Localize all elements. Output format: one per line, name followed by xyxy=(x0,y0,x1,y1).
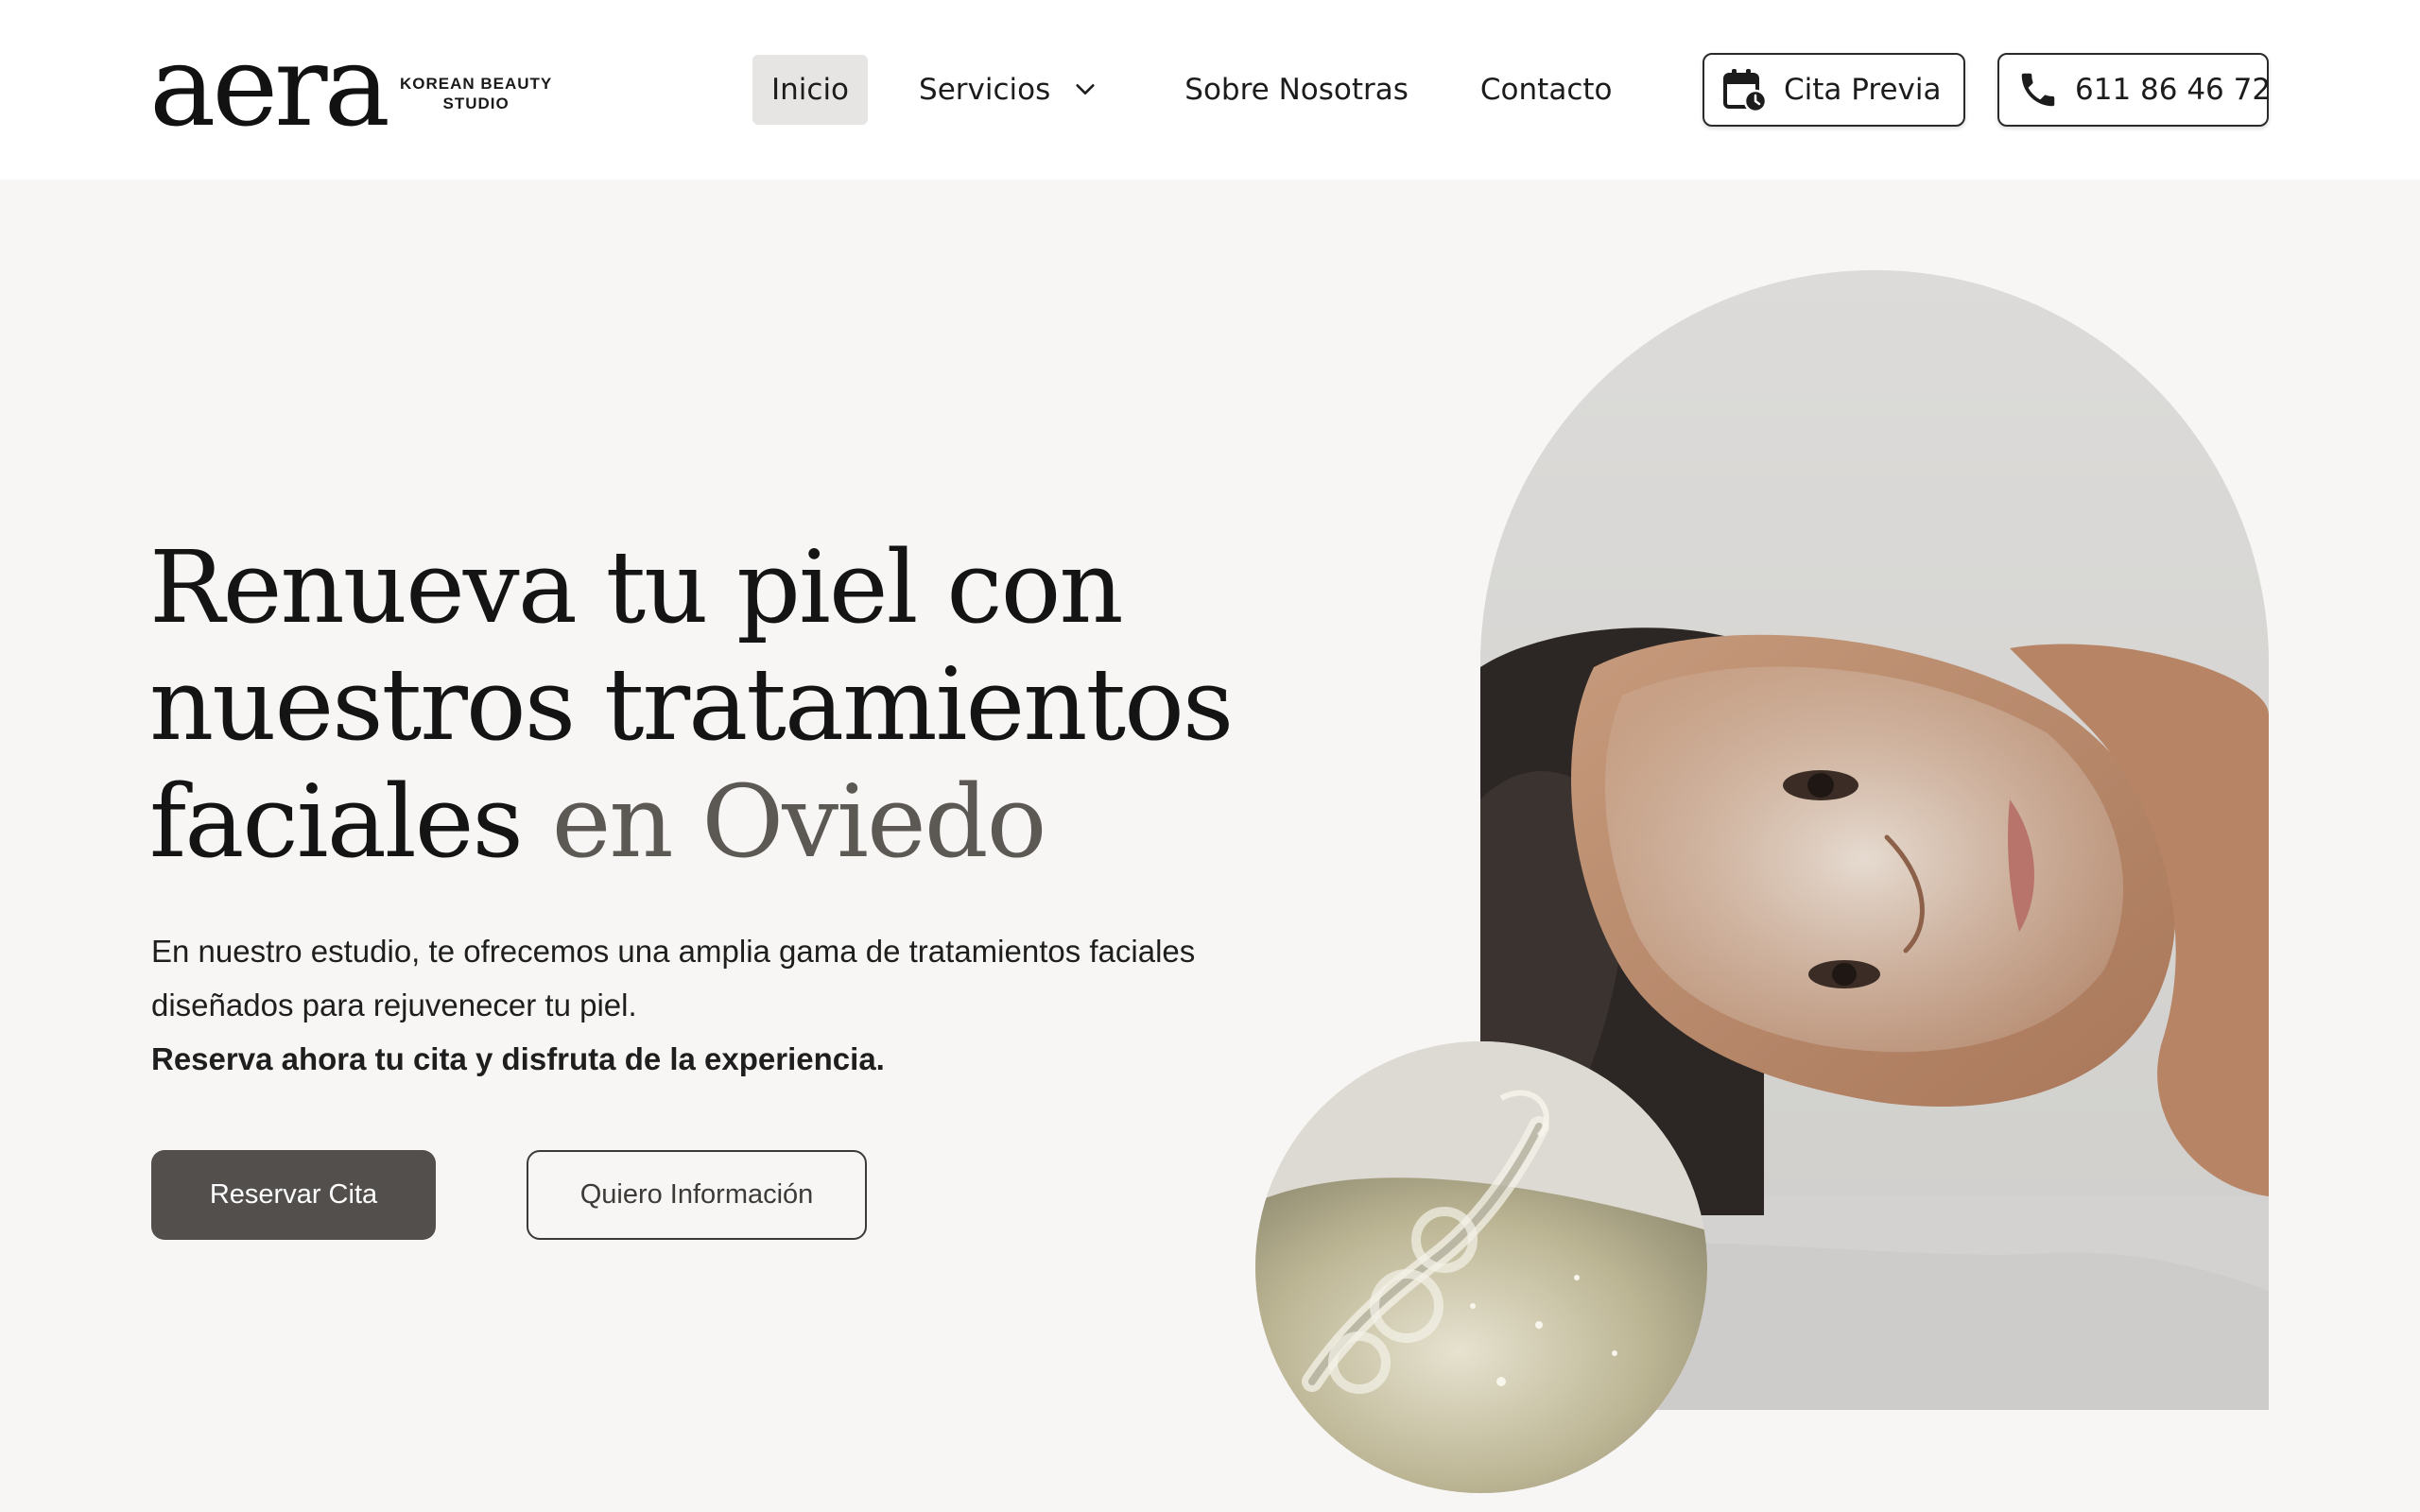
logo-subtitle-line2: STUDIO xyxy=(442,94,510,112)
appointment-button[interactable]: Cita Previa xyxy=(1703,53,1965,127)
nav-item-inicio[interactable]: Inicio xyxy=(752,55,869,125)
calendar-clock-icon xyxy=(1723,69,1768,113)
nav-item-sobre-nosotras[interactable]: Sobre Nosotras xyxy=(1166,55,1427,125)
hero-title-line2: nuestros tratamientos xyxy=(149,646,1234,763)
logo-subtitle: KOREAN BEAUTY STUDIO xyxy=(400,74,552,113)
hero-description-text: En nuestro estudio, te ofrecemos una amp… xyxy=(151,934,1196,1022)
nav-item-label: Inicio xyxy=(771,73,850,107)
nav-item-label: Sobre Nosotras xyxy=(1184,73,1409,107)
nav-item-contacto[interactable]: Contacto xyxy=(1461,55,1632,125)
hero-title-location: en Oviedo xyxy=(521,764,1047,880)
phone-button[interactable]: 611 86 46 72 xyxy=(1997,53,2272,127)
book-appointment-button[interactable]: Reservar Cita xyxy=(151,1150,436,1240)
chevron-down-icon xyxy=(1076,84,1095,94)
phone-icon xyxy=(2021,73,2055,107)
hero-description-cta: Reserva ahora tu cita y disfruta de la e… xyxy=(151,1041,885,1076)
nav-item-servicios[interactable]: Servicios xyxy=(900,55,1115,125)
logo-subtitle-line1: KOREAN BEAUTY xyxy=(399,75,553,93)
phone-button-label: 611 86 46 72 xyxy=(2075,73,2272,107)
request-info-button[interactable]: Quiero Información xyxy=(527,1150,867,1240)
main-nav: Inicio Servicios Sobre Nosotras Contacto xyxy=(752,55,1631,125)
site-header: aera KOREAN BEAUTY STUDIO Inicio Servici… xyxy=(0,0,2420,180)
nav-item-label: Servicios xyxy=(919,73,1051,107)
brand-logo[interactable]: aera KOREAN BEAUTY STUDIO xyxy=(149,28,552,142)
serum-gel-image xyxy=(1255,1041,1707,1493)
logo-wordmark: aera xyxy=(149,21,390,151)
hero-title-line3: faciales xyxy=(149,764,524,880)
nav-item-label: Contacto xyxy=(1479,73,1613,107)
hero-title: Renueva tu piel con nuestros tratamiento… xyxy=(149,529,1265,881)
hero-title-line1: Renueva tu piel con xyxy=(149,529,1124,645)
hero-description: En nuestro estudio, te ofrecemos una amp… xyxy=(151,924,1267,1086)
appointment-button-label: Cita Previa xyxy=(1784,73,1942,107)
serum-illustration xyxy=(1255,1041,1707,1493)
